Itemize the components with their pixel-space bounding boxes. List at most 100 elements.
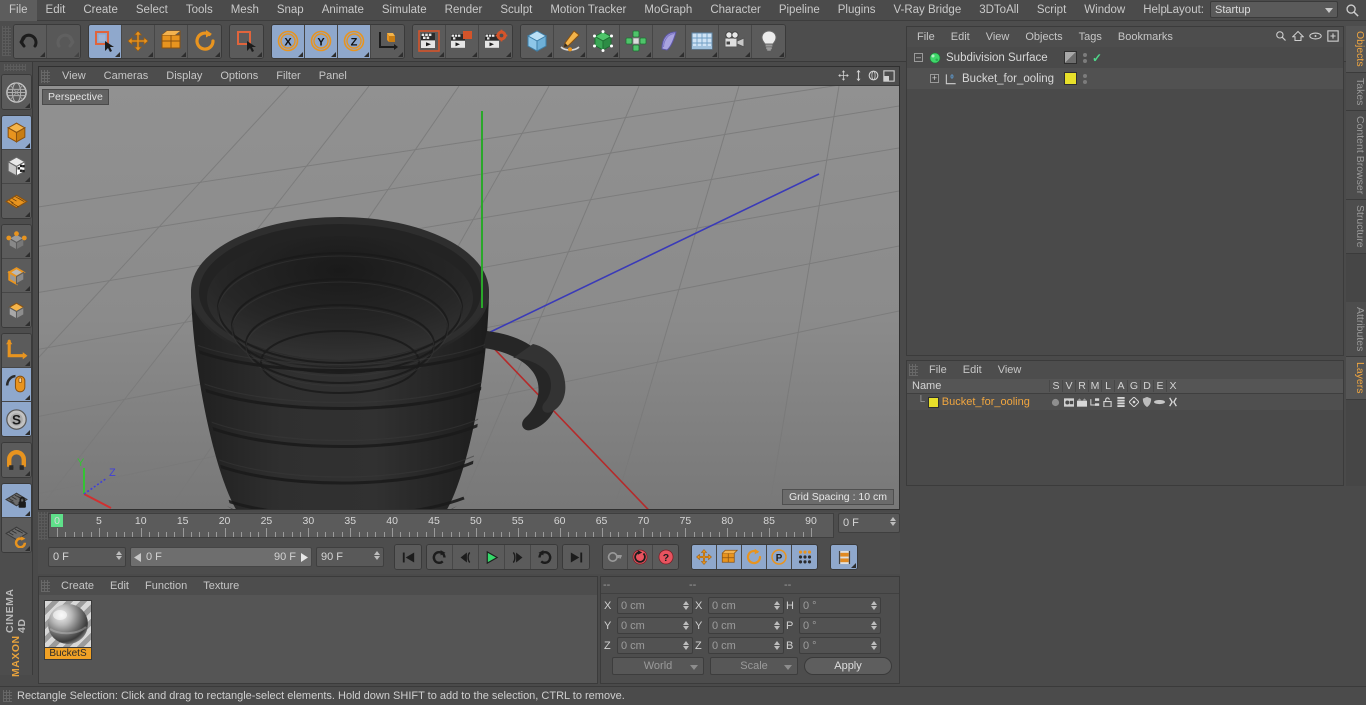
apply-button[interactable]: Apply bbox=[804, 657, 892, 675]
layer-flag-m-icon[interactable] bbox=[1088, 397, 1101, 407]
layer-column-v[interactable]: V bbox=[1062, 380, 1075, 392]
menu-pipeline[interactable]: Pipeline bbox=[770, 0, 829, 21]
timeline-right-frame-field[interactable]: 0 F bbox=[838, 513, 900, 533]
eye-icon[interactable] bbox=[1309, 31, 1322, 41]
previous-keyframe-button[interactable] bbox=[427, 545, 453, 569]
lock-workplane-button[interactable] bbox=[1, 484, 31, 518]
next-keyframe-button[interactable] bbox=[531, 545, 557, 569]
rotation-p-field[interactable]: 0 ° bbox=[799, 617, 881, 634]
viewport-menu-cameras[interactable]: Cameras bbox=[95, 67, 158, 86]
vtab-attributes[interactable]: Attributes bbox=[1346, 301, 1366, 358]
size-y-field[interactable]: 0 cm bbox=[708, 617, 784, 634]
range-right-arrow-icon[interactable] bbox=[300, 552, 308, 562]
layer-menu-view[interactable]: View bbox=[990, 361, 1030, 379]
play-button[interactable] bbox=[479, 545, 505, 569]
material-manager-grip-icon[interactable] bbox=[41, 580, 50, 592]
menu-3dtoall[interactable]: 3DToAll bbox=[970, 0, 1028, 21]
material-manager-body[interactable]: BucketS bbox=[39, 595, 597, 683]
object-menu-edit[interactable]: Edit bbox=[943, 27, 978, 47]
timeline-ruler[interactable]: 0 5 10 15 20 25 30 35 40 45 50 55 60 65 70 75 80 85 90 bbox=[48, 513, 834, 538]
size-x-field[interactable]: 0 cm bbox=[708, 597, 784, 614]
dolly-icon[interactable] bbox=[853, 69, 864, 82]
layer-flag-x-icon[interactable] bbox=[1166, 397, 1179, 407]
rotate-tool-button[interactable] bbox=[188, 24, 221, 58]
layer-column-d[interactable]: D bbox=[1140, 380, 1153, 392]
goto-start-button[interactable] bbox=[395, 545, 421, 569]
add-spline-button[interactable] bbox=[554, 24, 587, 58]
object-menu-tags[interactable]: Tags bbox=[1071, 27, 1110, 47]
spinner-icon[interactable] bbox=[890, 517, 896, 526]
pla-key-button[interactable] bbox=[792, 545, 817, 569]
make-editable-globe-button[interactable] bbox=[1, 75, 31, 109]
visibility-dots-icon[interactable] bbox=[1083, 52, 1087, 63]
layer-flag-d-icon[interactable] bbox=[1140, 397, 1153, 407]
world-object-coord-button[interactable] bbox=[371, 24, 404, 58]
layer-flag-s-icon[interactable] bbox=[1049, 398, 1062, 407]
viewport-menu-panel[interactable]: Panel bbox=[310, 67, 356, 86]
keyframe-selection-button[interactable]: ? bbox=[653, 545, 678, 569]
coordinate-system-dropdown[interactable]: World bbox=[612, 657, 704, 675]
layer-manager-grip-icon[interactable] bbox=[909, 364, 918, 376]
layer-flag-v-icon[interactable] bbox=[1062, 397, 1075, 407]
viewport-menu-view[interactable]: View bbox=[53, 67, 95, 86]
object-tag-icon[interactable] bbox=[1064, 51, 1077, 64]
viewport-menu-display[interactable]: Display bbox=[157, 67, 211, 86]
menu-character[interactable]: Character bbox=[701, 0, 770, 21]
layer-flag-e-icon[interactable] bbox=[1153, 398, 1166, 406]
menu-select[interactable]: Select bbox=[127, 0, 177, 21]
menu-plugins[interactable]: Plugins bbox=[829, 0, 885, 21]
viewport-grip-icon[interactable] bbox=[41, 69, 50, 83]
redo-button[interactable] bbox=[47, 24, 80, 58]
maximize-icon[interactable] bbox=[883, 69, 895, 82]
layer-column-s[interactable]: S bbox=[1049, 380, 1062, 392]
object-menu-file[interactable]: File bbox=[909, 27, 943, 47]
spinner-icon[interactable] bbox=[683, 641, 689, 650]
search-icon[interactable] bbox=[1345, 3, 1360, 18]
menu-motion-tracker[interactable]: Motion Tracker bbox=[541, 0, 635, 21]
add-array-button[interactable] bbox=[620, 24, 653, 58]
spinner-icon[interactable] bbox=[774, 621, 780, 630]
menu-snap[interactable]: Snap bbox=[268, 0, 313, 21]
menu-v-ray-bridge[interactable]: V-Ray Bridge bbox=[884, 0, 970, 21]
rotation-h-field[interactable]: 0 ° bbox=[799, 597, 881, 614]
status-bar-grip-icon[interactable] bbox=[3, 690, 12, 702]
layer-column-x[interactable]: X bbox=[1166, 380, 1179, 392]
toolbar-grip-icon[interactable] bbox=[2, 26, 11, 56]
layer-column-g[interactable]: G bbox=[1127, 380, 1140, 392]
layer-flag-a-icon[interactable] bbox=[1114, 397, 1127, 407]
spinner-icon[interactable] bbox=[871, 601, 877, 610]
timeline-mode-button[interactable] bbox=[831, 545, 857, 569]
object-row[interactable]: +0 Bucket_for_ooling bbox=[907, 68, 1343, 89]
menu-edit[interactable]: Edit bbox=[37, 0, 75, 21]
pan-icon[interactable] bbox=[837, 69, 850, 82]
viewport-solo-button[interactable] bbox=[1, 368, 31, 402]
object-tag-icon[interactable] bbox=[1064, 72, 1077, 85]
planar-workplane-button[interactable] bbox=[1, 518, 31, 552]
scale-key-button[interactable] bbox=[717, 545, 742, 569]
layer-color-swatch[interactable] bbox=[927, 396, 939, 408]
material-menu-create[interactable]: Create bbox=[53, 577, 102, 595]
layer-flag-r-icon[interactable] bbox=[1075, 397, 1088, 407]
rotation-b-field[interactable]: 0 ° bbox=[799, 637, 881, 654]
subdivision-surface-icon[interactable] bbox=[928, 51, 942, 65]
object-row[interactable]: – Subdivision Surface ✓ bbox=[907, 47, 1343, 68]
add-camera-button[interactable] bbox=[719, 24, 752, 58]
menu-window[interactable]: Window bbox=[1075, 0, 1134, 21]
layer-column-r[interactable]: R bbox=[1075, 380, 1088, 392]
preview-range-bar[interactable]: 0 F 90 F bbox=[130, 547, 312, 567]
spinner-icon[interactable] bbox=[374, 551, 380, 560]
menu-file[interactable]: File bbox=[0, 0, 37, 21]
material-item[interactable]: BucketS bbox=[44, 600, 92, 660]
vtab-objects[interactable]: Objects bbox=[1346, 26, 1366, 73]
menu-script[interactable]: Script bbox=[1028, 0, 1075, 21]
scale-tool-button[interactable] bbox=[155, 24, 188, 58]
rectangle-selection-button[interactable] bbox=[230, 24, 263, 58]
vtab-layers[interactable]: Layers bbox=[1346, 357, 1366, 400]
add-scene-object-button[interactable] bbox=[686, 24, 719, 58]
vtab-takes[interactable]: Takes bbox=[1346, 72, 1366, 112]
menu-render[interactable]: Render bbox=[436, 0, 492, 21]
spinner-icon[interactable] bbox=[683, 621, 689, 630]
menu-simulate[interactable]: Simulate bbox=[373, 0, 436, 21]
spinner-icon[interactable] bbox=[774, 601, 780, 610]
material-menu-function[interactable]: Function bbox=[137, 577, 195, 595]
